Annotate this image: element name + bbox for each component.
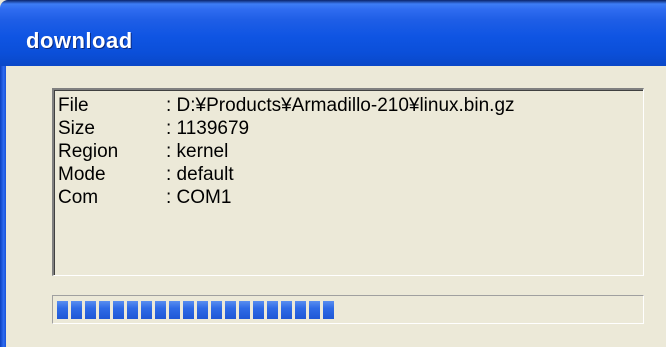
window-title: download (26, 28, 133, 53)
progress-chunk (253, 301, 264, 319)
progress-chunk (323, 301, 334, 319)
progress-chunk (141, 301, 152, 319)
download-dialog: download File : D:¥Products¥Armadillo-21… (0, 0, 666, 347)
file-value: : D:¥Products¥Armadillo-210¥linux.bin.gz (166, 95, 515, 116)
progress-chunk (295, 301, 306, 319)
progress-chunk (71, 301, 82, 319)
progress-chunk (183, 301, 194, 319)
com-label: Com (58, 187, 99, 208)
region-value: : kernel (166, 141, 229, 162)
progress-chunk (281, 301, 292, 319)
progress-chunk (99, 301, 110, 319)
progress-chunk (155, 301, 166, 319)
file-label: File (58, 95, 89, 116)
progress-chunk (211, 301, 222, 319)
progress-chunk (57, 301, 68, 319)
size-value: : 1139679 (166, 118, 250, 139)
progress-chunk (309, 301, 320, 319)
progress-chunk (85, 301, 96, 319)
dialog-body: File : D:¥Products¥Armadillo-210¥linux.b… (6, 66, 666, 347)
progress-chunk (127, 301, 138, 319)
progress-chunk (239, 301, 250, 319)
download-info-panel: File : D:¥Products¥Armadillo-210¥linux.b… (52, 88, 644, 276)
mode-value: : default (166, 164, 234, 185)
title-bar[interactable]: download (0, 0, 666, 66)
progress-chunk (197, 301, 208, 319)
region-label: Region (58, 141, 119, 162)
download-progress-bar (52, 295, 644, 324)
progress-chunk (225, 301, 236, 319)
progress-chunk (169, 301, 180, 319)
progress-fill (57, 301, 639, 319)
com-value: : COM1 (166, 187, 232, 208)
mode-label: Mode (58, 164, 106, 185)
progress-chunk (267, 301, 278, 319)
progress-chunk (113, 301, 124, 319)
size-label: Size (58, 118, 95, 139)
